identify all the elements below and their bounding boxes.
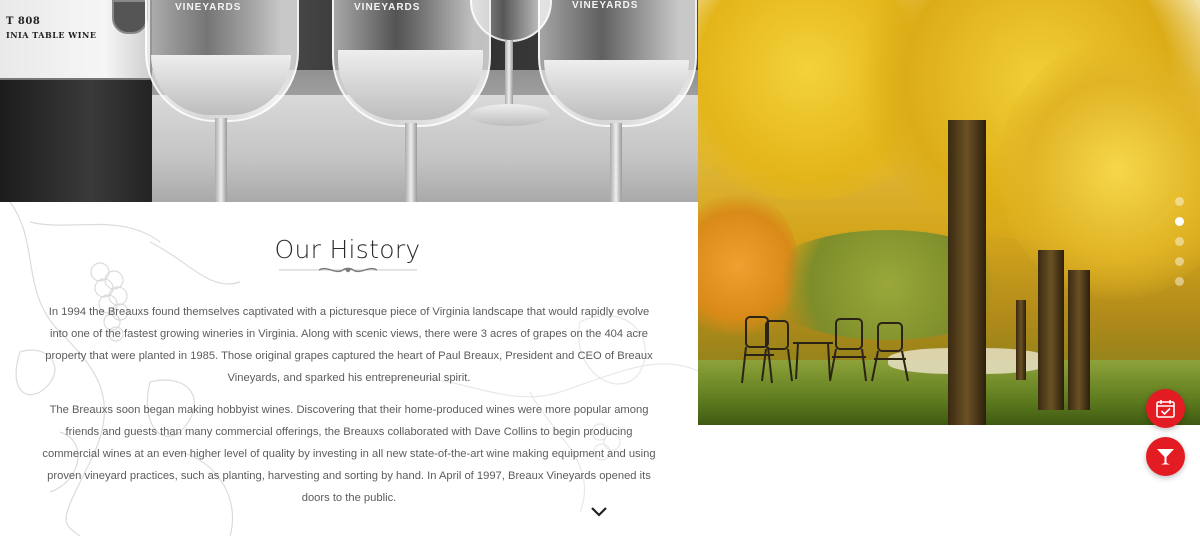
patio-furniture: [741, 316, 909, 384]
carousel-dot[interactable]: [1175, 257, 1184, 266]
carousel-dot[interactable]: [1175, 277, 1184, 286]
title-divider: [279, 267, 417, 273]
history-section: Our History In 1994 the Breauxs found th…: [0, 202, 698, 536]
calendar-check-icon: [1156, 400, 1175, 418]
carousel-dot[interactable]: [1175, 197, 1184, 206]
bottle-label-line: INIA TABLE WINE: [6, 30, 97, 40]
wine-glass: VINEYARDS: [332, 0, 492, 202]
autumn-vineyard-photo: [698, 0, 1200, 425]
scroll-down-button[interactable]: [589, 504, 609, 520]
glass-etching: VINEYARDS: [572, 0, 639, 11]
cocktail-glass-icon: [1157, 449, 1174, 465]
carousel-dot-active[interactable]: [1175, 217, 1184, 226]
wine-bottle: T 808 INIA TABLE WINE: [0, 0, 152, 202]
wine-glass: VINEYARDS: [538, 0, 698, 202]
bottle-label: T 808 INIA TABLE WINE: [0, 0, 150, 80]
bottle-seal: [112, 0, 148, 34]
reservations-button[interactable]: [1146, 389, 1185, 428]
tasting-button[interactable]: [1146, 437, 1185, 476]
history-title: Our History: [274, 235, 421, 264]
wine-glass: VINEYARDS: [145, 0, 305, 202]
history-paragraph: In 1994 the Breauxs found themselves cap…: [45, 306, 653, 384]
history-paragraph: The Breauxs soon began making hobbyist w…: [42, 404, 656, 504]
bottle-label-line: T 808: [6, 16, 41, 27]
glass-etching: VINEYARDS: [354, 2, 421, 13]
chevron-down-icon: [591, 507, 607, 517]
glass-etching: VINEYARDS: [175, 2, 242, 13]
carousel-dot[interactable]: [1175, 237, 1184, 246]
wine-glasses-photo: T 808 INIA TABLE WINE VINEYARDS VINEYARD…: [0, 0, 698, 202]
